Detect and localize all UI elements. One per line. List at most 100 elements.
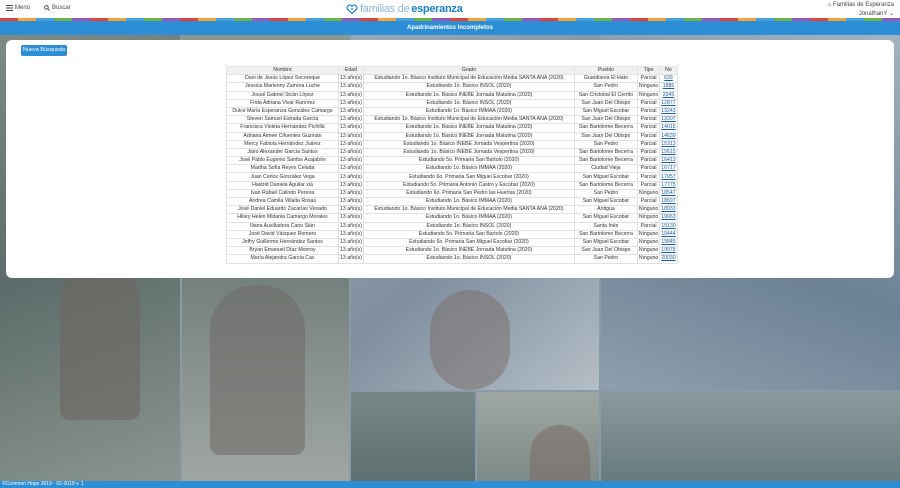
column-header-nombre: Nombre bbox=[226, 65, 339, 76]
cell-nombre: Bryan Emanuel Díaz Monroy bbox=[226, 246, 339, 256]
cell-tipo: Ninguno bbox=[636, 254, 661, 264]
column-header-edad: Edad bbox=[338, 65, 364, 76]
cell-edad: 13 año(s) bbox=[338, 139, 364, 149]
record-number-link[interactable]: 15615 bbox=[661, 149, 675, 155]
cell-pueblo: San Pedro bbox=[573, 82, 638, 92]
record-number-link[interactable]: 19444 bbox=[661, 231, 675, 237]
record-number-link[interactable]: 19978 bbox=[661, 247, 675, 253]
cell-no: 15313 bbox=[659, 139, 678, 149]
cell-pueblo: Guardianía El Hato bbox=[573, 74, 638, 84]
table-row: Bryan Emanuel Díaz Monroy 13 año(s) Estudi… bbox=[226, 246, 678, 256]
cell-grado: Estudiando 1o. Básico Instituto Municipa… bbox=[362, 74, 575, 84]
cell-nombre: Hastrid Daniela Aguilar xiá bbox=[226, 180, 339, 190]
cell-nombre: Ivan Rafael Calindo Pereira bbox=[226, 188, 339, 199]
record-number-link[interactable]: 16717 bbox=[661, 165, 675, 171]
table-row: Hilary Helen Midania Camargo Morales 13 a… bbox=[226, 213, 678, 223]
cell-nombre: María Alejandra García Cac bbox=[226, 254, 339, 264]
record-number-link[interactable]: 19130 bbox=[661, 223, 675, 229]
record-number-link[interactable]: 633 bbox=[664, 75, 673, 81]
record-number-link[interactable]: 13307 bbox=[661, 116, 675, 122]
search-label: Buscar bbox=[52, 5, 71, 11]
cell-no: 18547 bbox=[659, 188, 678, 199]
child-figure bbox=[210, 285, 305, 455]
cell-no: 1886 bbox=[659, 82, 678, 92]
cell-no: 18697 bbox=[659, 196, 678, 207]
record-number-link[interactable]: 19063 bbox=[661, 214, 675, 220]
cell-grado: Estudiando 1o. Básico INEBE Jornada Matu… bbox=[362, 131, 575, 141]
cell-pueblo: San Juan Del Obispo bbox=[573, 246, 638, 256]
cell-tipo: Parcial bbox=[636, 115, 661, 125]
record-number-link[interactable]: 12877 bbox=[661, 100, 675, 106]
home-icon: ⌂ bbox=[827, 2, 832, 8]
cell-tipo: Ninguno bbox=[636, 205, 661, 215]
cell-no: 14016 bbox=[659, 123, 678, 133]
record-number-link[interactable]: 17775 bbox=[661, 182, 675, 188]
cell-edad: 13 año(s) bbox=[338, 196, 364, 207]
org-link[interactable]: ⌂ Familias de Esperanza bbox=[828, 1, 894, 10]
cell-no: 17775 bbox=[659, 180, 678, 190]
cell-edad: 13 año(s) bbox=[338, 180, 364, 190]
cell-tipo: Parcial bbox=[636, 221, 661, 231]
brand-logo[interactable]: familias de esperanza bbox=[346, 2, 463, 16]
record-number-link[interactable]: 18547 bbox=[661, 190, 675, 196]
cell-pueblo: Ciudad Vieja bbox=[573, 164, 638, 174]
record-number-link[interactable]: 13243 bbox=[661, 108, 675, 114]
record-number-link[interactable]: 17057 bbox=[661, 174, 675, 180]
table-row: Steven Samuel Estrada García 13 año(s) Est… bbox=[226, 115, 678, 125]
cell-tipo: Ninguno bbox=[636, 82, 661, 92]
cell-pueblo: San Pedro bbox=[573, 254, 638, 264]
record-number-link[interactable]: 14016 bbox=[661, 124, 675, 130]
menu-button[interactable]: Menú bbox=[6, 5, 30, 11]
table-row: María Alejandra García Cac 13 año(s) Estud… bbox=[226, 254, 678, 264]
search-button[interactable]: Buscar bbox=[44, 5, 71, 11]
user-name: JonathanY bbox=[858, 11, 888, 17]
cell-edad: 13 año(s) bbox=[338, 156, 364, 166]
record-number-link[interactable]: 19845 bbox=[661, 239, 675, 245]
cell-no: 19130 bbox=[659, 221, 678, 231]
cell-edad: 13 año(s) bbox=[338, 82, 364, 92]
cell-tipo: Ninguno bbox=[636, 213, 661, 223]
cell-edad: 13 año(s) bbox=[338, 172, 364, 182]
cell-pueblo: Santa Inés bbox=[573, 221, 638, 231]
record-number-link[interactable]: 18933 bbox=[661, 206, 675, 212]
cell-tipo: Parcial bbox=[636, 123, 661, 133]
record-number-link[interactable]: 18697 bbox=[661, 198, 675, 204]
cell-no: 13307 bbox=[659, 115, 678, 125]
cell-nombre: Adriana Aimeé Cifuentes Guzmán bbox=[226, 131, 339, 141]
cell-grado: Estudiando 1o. Básico INEBE Jornada Vesp… bbox=[362, 147, 575, 158]
record-number-link[interactable]: 15313 bbox=[661, 141, 675, 147]
cell-tipo: Parcial bbox=[636, 98, 661, 108]
cell-edad: 13 año(s) bbox=[338, 246, 364, 256]
cell-edad: 13 año(s) bbox=[338, 131, 364, 141]
cell-grado: Estudiando 1o. Básico INEBE Jornada Matu… bbox=[362, 246, 575, 256]
new-search-button[interactable]: Nueva Búsqueda bbox=[21, 45, 67, 56]
cell-grado: Estudiando 6o. Primaria San Miguel Escob… bbox=[362, 237, 575, 248]
logo-text-esperanza: esperanza bbox=[411, 3, 463, 15]
cell-no: 13243 bbox=[659, 106, 678, 117]
cell-edad: 13 año(s) bbox=[338, 237, 364, 248]
cell-edad: 13 año(s) bbox=[338, 123, 364, 133]
cell-nombre: José Daniel Eduardo Zacarías Venado bbox=[226, 205, 339, 215]
cell-nombre: Mercy Fabiola Hernández Juárez bbox=[226, 139, 339, 149]
cell-tipo: Parcial bbox=[636, 164, 661, 174]
cell-nombre: Juan Carlos González Vega bbox=[226, 172, 339, 182]
cell-grado: Estudiando 1o. Básico INEBE Jornada Matu… bbox=[362, 90, 575, 100]
cell-edad: 13 año(s) bbox=[338, 106, 364, 117]
record-number-link[interactable]: 14639 bbox=[661, 133, 675, 139]
cell-nombre: Dani de Jesús López Socoreque bbox=[226, 74, 339, 84]
cell-edad: 13 año(s) bbox=[338, 147, 364, 158]
record-number-link[interactable]: 1886 bbox=[663, 83, 675, 89]
cell-tipo: Parcial bbox=[636, 147, 661, 158]
cell-nombre: Josué Gabriel Sicán López bbox=[226, 90, 339, 100]
cell-grado: Estudiando 1o. Básico INEBE Jornada Vesp… bbox=[362, 139, 575, 149]
record-number-link[interactable]: 16413 bbox=[661, 157, 675, 163]
record-number-link[interactable]: 20030 bbox=[661, 255, 675, 261]
cell-pueblo: San Juan Del Obispo bbox=[573, 115, 638, 125]
record-number-link[interactable]: 2945 bbox=[663, 92, 675, 98]
table-row: Martha Sofía Reyes Celada 13 año(s) Estudi… bbox=[226, 164, 678, 174]
cell-nombre: Martha Sofía Reyes Celada bbox=[226, 164, 339, 174]
table-row: Ivan Rafael Calindo Pereira 13 año(s) Estu… bbox=[226, 188, 678, 199]
cell-pueblo: San Bartolome Becerra bbox=[573, 156, 638, 166]
cell-edad: 13 año(s) bbox=[338, 188, 364, 199]
child-figure bbox=[430, 290, 510, 390]
